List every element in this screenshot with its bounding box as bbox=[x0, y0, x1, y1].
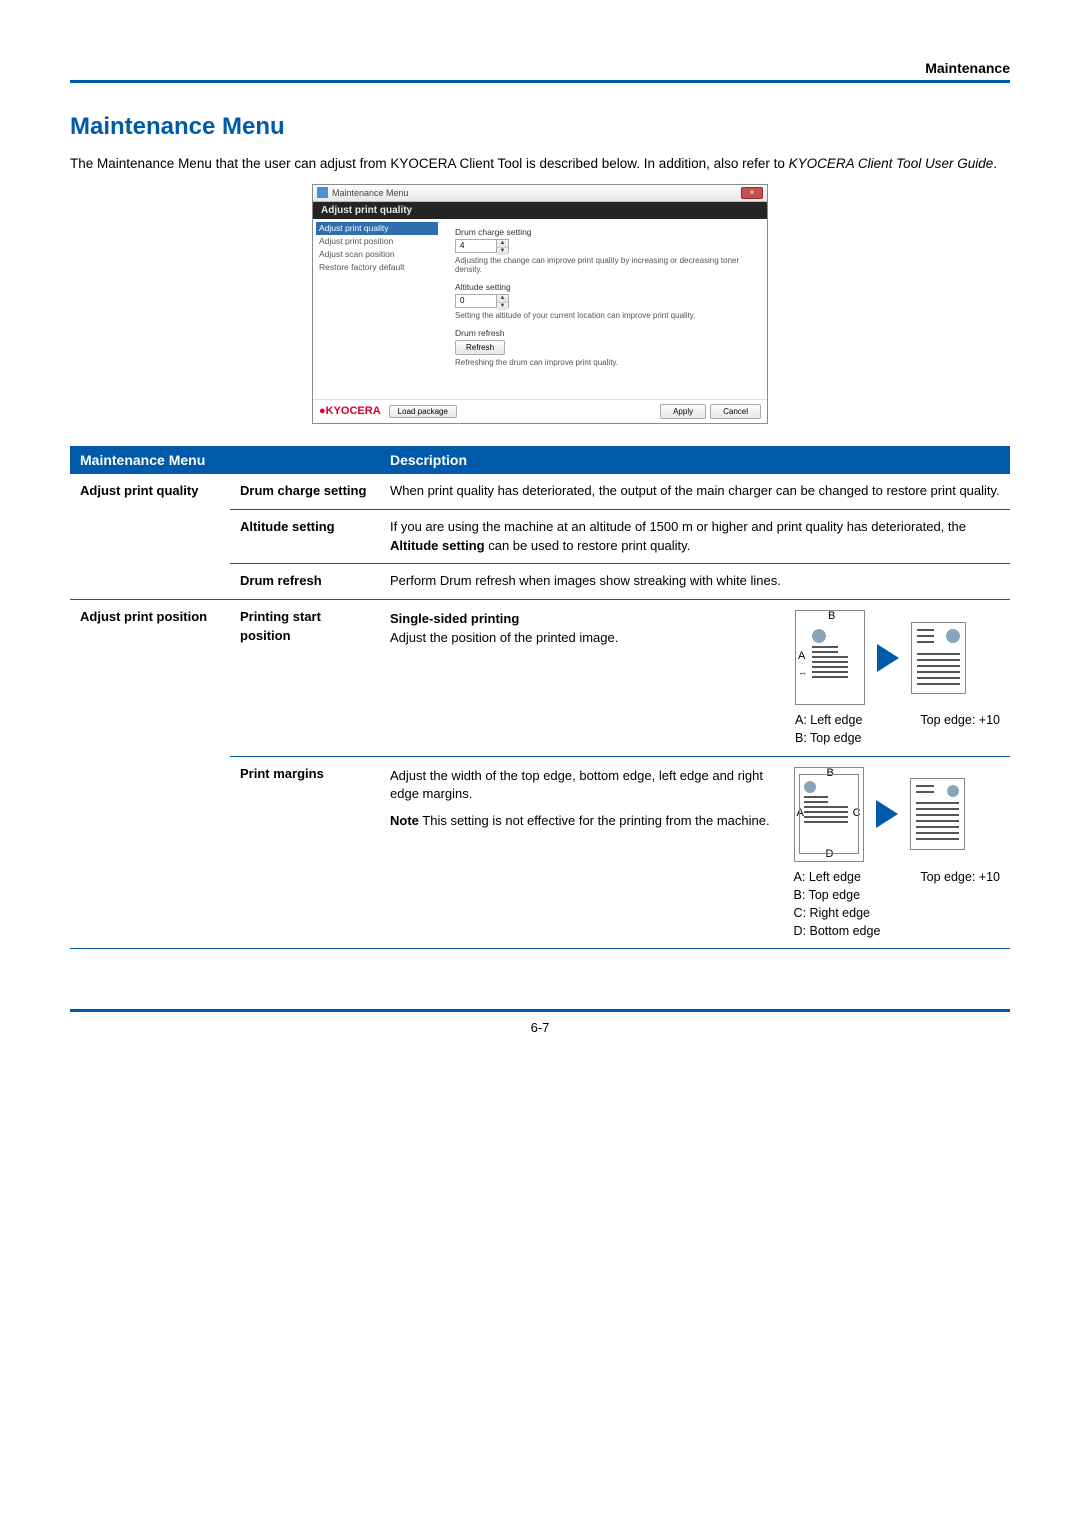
dialog-titlebar: Maintenance Menu × bbox=[313, 185, 767, 202]
drum-charge-value: 4 bbox=[456, 240, 496, 252]
maintenance-dialog: Maintenance Menu × Adjust print quality … bbox=[312, 184, 768, 424]
caption-a-left-edge: A: Left edge bbox=[795, 711, 862, 729]
altitude-spinner[interactable]: 0 ▲ ▼ bbox=[455, 294, 509, 308]
sidebar-restore-factory-default[interactable]: Restore factory default bbox=[316, 261, 438, 274]
drum-refresh-button[interactable]: Refresh bbox=[455, 340, 505, 355]
dialog-title-text: Maintenance Menu bbox=[332, 188, 741, 198]
caption2-top-edge-10: Top edge: +10 bbox=[920, 868, 1000, 941]
intro-part1: The Maintenance Menu that the user can a… bbox=[70, 156, 789, 171]
dialog-footer: ●KYOCERA Load package Apply Cancel bbox=[313, 399, 767, 423]
caption2-d: D: Bottom edge bbox=[794, 922, 881, 940]
spinner-arrows-2[interactable]: ▲ ▼ bbox=[496, 295, 508, 307]
drum-charge-spinner[interactable]: 4 ▲ ▼ bbox=[455, 239, 509, 253]
caption2-a: A: Left edge bbox=[794, 868, 881, 886]
single-sided-title: Single-sided printing bbox=[390, 611, 519, 626]
altitude-desc-bold: Altitude setting bbox=[390, 538, 485, 553]
diag-label-B: B bbox=[828, 609, 835, 625]
load-package-button[interactable]: Load package bbox=[389, 405, 457, 418]
drum-refresh-help: Refreshing the drum can improve print qu… bbox=[455, 358, 757, 367]
caption2-b: B: Top edge bbox=[794, 886, 881, 904]
chevron-down-icon[interactable]: ▼ bbox=[497, 303, 508, 310]
cell-printing-start-position: Printing start position bbox=[230, 600, 380, 756]
altitude-desc-pre: If you are using the machine at an altit… bbox=[390, 519, 966, 534]
altitude-label: Altitude setting bbox=[455, 282, 757, 292]
caption-b-top-edge: B: Top edge bbox=[795, 729, 862, 747]
page-footer: 6-7 bbox=[70, 1009, 1010, 1035]
cell-altitude-desc: If you are using the machine at an altit… bbox=[380, 509, 1010, 564]
cell-drum-refresh: Drum refresh bbox=[230, 564, 380, 600]
th-menu: Maintenance Menu bbox=[70, 446, 380, 474]
print-margins-note-bold: Note bbox=[390, 813, 419, 828]
sidebar-adjust-scan-position[interactable]: Adjust scan position bbox=[316, 248, 438, 261]
cell-drum-refresh-desc: Perform Drum refresh when images show st… bbox=[380, 564, 1010, 600]
th-description: Description bbox=[380, 446, 1010, 474]
app-icon bbox=[317, 187, 328, 198]
diag-label-A: A↔ bbox=[798, 649, 807, 681]
sidebar-adjust-print-quality[interactable]: Adjust print quality bbox=[316, 222, 438, 235]
arrow-right-icon bbox=[876, 800, 898, 828]
spinner-arrows[interactable]: ▲ ▼ bbox=[496, 240, 508, 252]
apply-button[interactable]: Apply bbox=[660, 404, 706, 419]
close-icon[interactable]: × bbox=[741, 187, 763, 199]
cell-printing-start-desc: Single-sided printing Adjust the positio… bbox=[380, 600, 1010, 756]
cell-adjust-print-position: Adjust print position bbox=[70, 600, 230, 949]
cell-print-margins-desc: Adjust the width of the top edge, bottom… bbox=[380, 756, 1010, 949]
print-margins-diagram: A B C D bbox=[794, 767, 1000, 862]
chevron-down-icon[interactable]: ▼ bbox=[497, 248, 508, 255]
dialog-subtitle: Adjust print quality bbox=[313, 202, 767, 219]
dialog-sidebar: Adjust print quality Adjust print positi… bbox=[313, 219, 441, 399]
intro-doc-title: KYOCERA Client Tool User Guide bbox=[789, 156, 994, 171]
drum-charge-label: Drum charge setting bbox=[455, 227, 757, 237]
cell-print-margins: Print margins bbox=[230, 756, 380, 949]
arrow-right-icon bbox=[877, 644, 899, 672]
cancel-button[interactable]: Cancel bbox=[710, 404, 761, 419]
kyocera-logo: ●KYOCERA bbox=[319, 405, 381, 417]
cell-adjust-print-quality: Adjust print quality bbox=[70, 474, 230, 600]
header-rule bbox=[70, 80, 1010, 83]
drum-refresh-label: Drum refresh bbox=[455, 328, 757, 338]
caption2-c: C: Right edge bbox=[794, 904, 881, 922]
print-margins-note-text: This setting is not effective for the pr… bbox=[422, 813, 769, 828]
cell-altitude-setting: Altitude setting bbox=[230, 509, 380, 564]
intro-paragraph: The Maintenance Menu that the user can a… bbox=[70, 155, 1010, 174]
single-sided-text: Adjust the position of the printed image… bbox=[390, 629, 785, 648]
altitude-help: Setting the altitude of your current loc… bbox=[455, 311, 757, 320]
settings-pane: Drum charge setting 4 ▲ ▼ Adjusting the … bbox=[441, 219, 767, 399]
chevron-up-icon[interactable]: ▲ bbox=[497, 295, 508, 303]
cell-drum-charge-desc: When print quality has deteriorated, the… bbox=[380, 474, 1010, 509]
printing-start-diagram: A↔ B bbox=[795, 610, 1000, 705]
altitude-value: 0 bbox=[456, 295, 496, 307]
running-header: Maintenance bbox=[70, 60, 1010, 80]
chevron-up-icon[interactable]: ▲ bbox=[497, 240, 508, 248]
altitude-desc-post: can be used to restore print quality. bbox=[485, 538, 691, 553]
maintenance-table: Maintenance Menu Description Adjust prin… bbox=[70, 446, 1010, 949]
section-heading: Maintenance Menu bbox=[70, 113, 1010, 141]
page-number: 6-7 bbox=[531, 1020, 550, 1035]
drum-charge-help: Adjusting the change can improve print q… bbox=[455, 256, 757, 274]
caption-top-edge-10: Top edge: +10 bbox=[920, 711, 1000, 747]
print-margins-text: Adjust the width of the top edge, bottom… bbox=[390, 767, 784, 805]
cell-drum-charge-setting: Drum charge setting bbox=[230, 474, 380, 509]
sidebar-adjust-print-position[interactable]: Adjust print position bbox=[316, 235, 438, 248]
intro-end: . bbox=[993, 156, 997, 171]
